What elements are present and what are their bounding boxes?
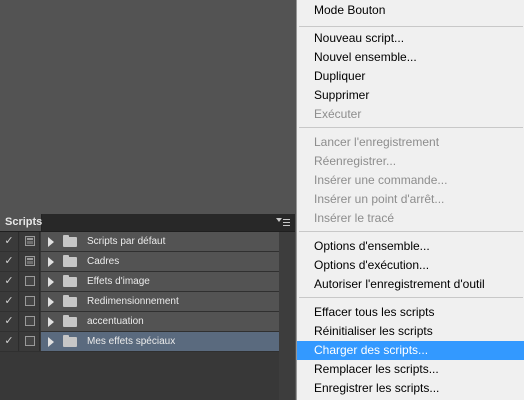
script-set-row[interactable]: ✓ accentuation bbox=[0, 312, 295, 332]
dialog-icon bbox=[25, 256, 35, 266]
dialog-toggle[interactable] bbox=[20, 272, 40, 291]
scripts-list: ✓ Scripts par défaut ✓ Cadres ✓ Effets d… bbox=[0, 232, 295, 352]
dialog-icon bbox=[25, 296, 35, 306]
menu-item-effacer-scripts[interactable]: Effacer tous les scripts bbox=[297, 303, 524, 322]
script-set-label: Scripts par défaut bbox=[87, 236, 166, 247]
dialog-icon bbox=[25, 316, 35, 326]
menu-item-inserer-trace[interactable]: Insérer le tracé bbox=[297, 209, 524, 228]
folder-icon bbox=[63, 315, 77, 327]
menu-item-charger-scripts[interactable]: Charger des scripts... bbox=[297, 341, 524, 360]
script-set-row[interactable]: ✓ Scripts par défaut bbox=[0, 232, 295, 252]
toggle-checkmark-icon[interactable]: ✓ bbox=[0, 232, 19, 251]
menu-item-remplacer-scripts[interactable]: Remplacer les scripts... bbox=[297, 360, 524, 379]
toggle-checkmark-icon[interactable]: ✓ bbox=[0, 312, 19, 331]
menu-separator bbox=[299, 231, 523, 232]
tab-scripts[interactable]: Scripts bbox=[0, 214, 42, 231]
script-set-main[interactable]: Scripts par défaut bbox=[41, 232, 279, 251]
script-set-label: Mes effets spéciaux bbox=[87, 336, 176, 347]
menu-item-lancer-enregistrement[interactable]: Lancer l'enregistrement bbox=[297, 133, 524, 152]
script-set-main[interactable]: accentuation bbox=[41, 312, 279, 331]
script-set-label: Cadres bbox=[87, 256, 120, 267]
menu-item-options-ensemble[interactable]: Options d'ensemble... bbox=[297, 237, 524, 256]
script-set-label: accentuation bbox=[87, 316, 144, 327]
panel-flyout-menu: Mode Bouton Nouveau script... Nouvel ens… bbox=[296, 0, 524, 400]
dialog-toggle[interactable] bbox=[20, 292, 40, 311]
toggle-checkmark-icon[interactable]: ✓ bbox=[0, 332, 19, 351]
script-set-row[interactable]: ✓ Cadres bbox=[0, 252, 295, 272]
menu-item-options-execution[interactable]: Options d'exécution... bbox=[297, 256, 524, 275]
menu-item-dupliquer[interactable]: Dupliquer bbox=[297, 67, 524, 86]
expand-triangle-icon[interactable] bbox=[48, 317, 54, 327]
dialog-icon bbox=[25, 336, 35, 346]
menu-item-reenregistrer[interactable]: Réenregistrer... bbox=[297, 152, 524, 171]
dialog-toggle[interactable] bbox=[20, 332, 40, 351]
menu-separator bbox=[299, 127, 523, 128]
menu-separator bbox=[299, 297, 523, 298]
scrollbar-track[interactable] bbox=[279, 232, 295, 400]
expand-triangle-icon[interactable] bbox=[48, 337, 54, 347]
toggle-checkmark-icon[interactable]: ✓ bbox=[0, 272, 19, 291]
menu-item-inserer-commande[interactable]: Insérer une commande... bbox=[297, 171, 524, 190]
folder-icon bbox=[63, 295, 77, 307]
menu-item-supprimer[interactable]: Supprimer bbox=[297, 86, 524, 105]
scripts-panel: Scripts ✓ Scripts par défaut ✓ Cadres ✓ bbox=[0, 214, 295, 400]
dialog-icon bbox=[25, 236, 35, 246]
menu-item-inserer-point-arret[interactable]: Insérer un point d'arrêt... bbox=[297, 190, 524, 209]
menu-item-enregistrer-scripts[interactable]: Enregistrer les scripts... bbox=[297, 379, 524, 398]
script-set-main[interactable]: Cadres bbox=[41, 252, 279, 271]
dialog-toggle[interactable] bbox=[20, 312, 40, 331]
folder-icon bbox=[63, 255, 77, 267]
dialog-icon bbox=[25, 276, 35, 286]
panel-menu-icon[interactable] bbox=[276, 217, 292, 229]
menu-item-nouvel-ensemble[interactable]: Nouvel ensemble... bbox=[297, 48, 524, 67]
menu-item-reinitialiser-scripts[interactable]: Réinitialiser les scripts bbox=[297, 322, 524, 341]
expand-triangle-icon[interactable] bbox=[48, 277, 54, 287]
toggle-checkmark-icon[interactable]: ✓ bbox=[0, 292, 19, 311]
script-set-main[interactable]: Mes effets spéciaux bbox=[41, 332, 279, 351]
script-set-row-selected[interactable]: ✓ Mes effets spéciaux bbox=[0, 332, 295, 352]
script-set-row[interactable]: ✓ Redimensionnement bbox=[0, 292, 295, 312]
panel-header: Scripts bbox=[0, 214, 295, 232]
expand-triangle-icon[interactable] bbox=[48, 297, 54, 307]
menu-item-mode-bouton[interactable]: Mode Bouton bbox=[297, 1, 524, 20]
menu-item-executer[interactable]: Exécuter bbox=[297, 105, 524, 124]
folder-icon bbox=[63, 275, 77, 287]
dialog-toggle[interactable] bbox=[20, 252, 40, 271]
dialog-toggle[interactable] bbox=[20, 232, 40, 251]
folder-icon bbox=[63, 235, 77, 247]
expand-triangle-icon[interactable] bbox=[48, 237, 54, 247]
script-set-row[interactable]: ✓ Effets d'image bbox=[0, 272, 295, 292]
menu-item-autoriser-enregistrement-outil[interactable]: Autoriser l'enregistrement d'outil bbox=[297, 275, 524, 294]
script-set-main[interactable]: Redimensionnement bbox=[41, 292, 279, 311]
script-set-label: Effets d'image bbox=[87, 276, 150, 287]
menu-separator bbox=[299, 26, 523, 27]
folder-icon bbox=[63, 335, 77, 347]
toggle-checkmark-icon[interactable]: ✓ bbox=[0, 252, 19, 271]
menu-item-nouveau-script[interactable]: Nouveau script... bbox=[297, 29, 524, 48]
script-set-main[interactable]: Effets d'image bbox=[41, 272, 279, 291]
script-set-label: Redimensionnement bbox=[87, 296, 179, 307]
expand-triangle-icon[interactable] bbox=[48, 257, 54, 267]
